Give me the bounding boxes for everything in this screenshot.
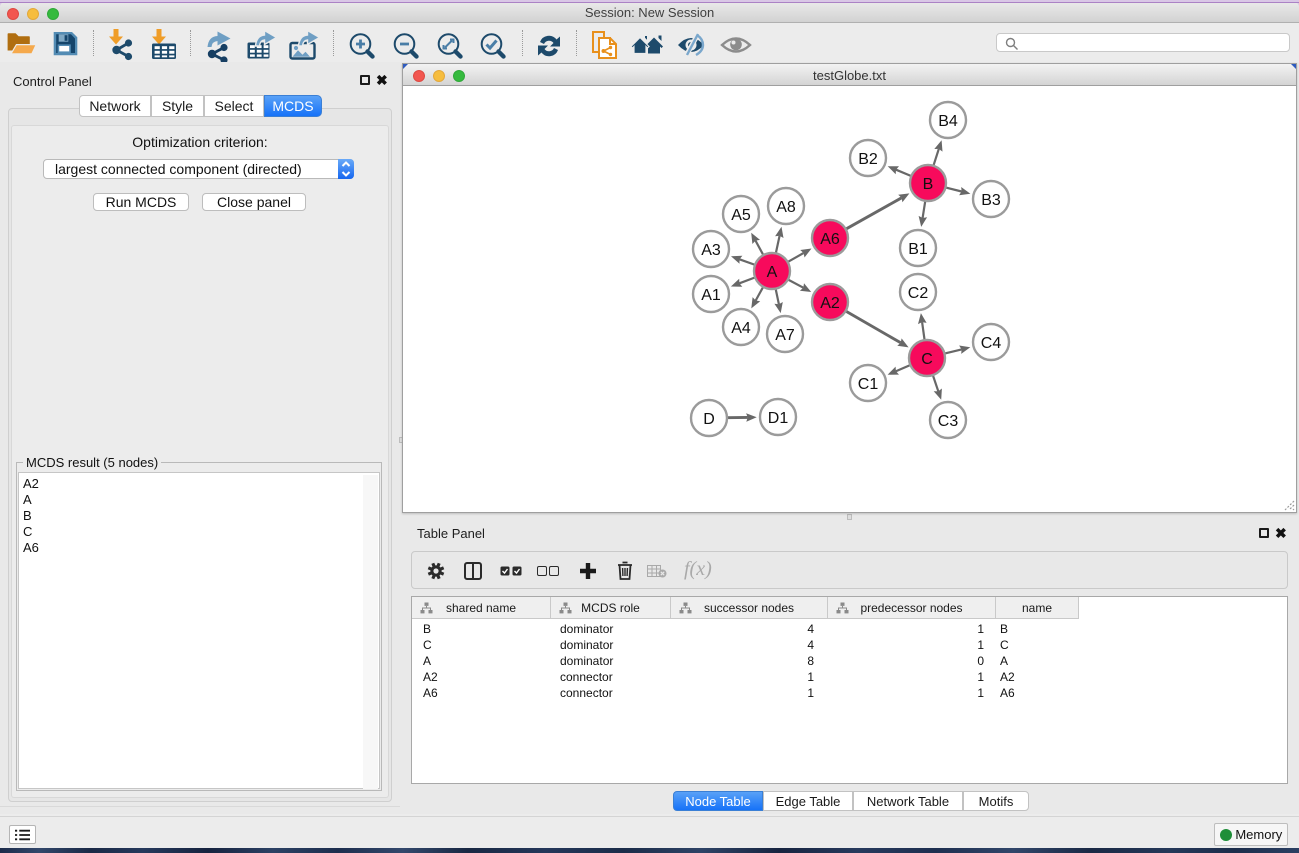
svg-text:A1: A1 xyxy=(701,287,721,304)
svg-text:D: D xyxy=(703,411,715,428)
svg-text:B4: B4 xyxy=(938,113,958,130)
svg-text:C: C xyxy=(921,351,933,368)
svg-text:A8: A8 xyxy=(776,199,796,216)
svg-text:A3: A3 xyxy=(701,242,721,259)
svg-text:C1: C1 xyxy=(858,376,879,393)
svg-text:C2: C2 xyxy=(908,285,929,302)
svg-text:B1: B1 xyxy=(908,241,928,258)
svg-text:C3: C3 xyxy=(938,413,959,430)
svg-text:D1: D1 xyxy=(768,410,789,427)
svg-text:B: B xyxy=(923,176,934,193)
svg-text:A: A xyxy=(767,264,778,281)
svg-text:B3: B3 xyxy=(981,192,1001,209)
svg-text:A4: A4 xyxy=(731,320,751,337)
svg-text:A5: A5 xyxy=(731,207,751,224)
svg-text:C4: C4 xyxy=(981,335,1002,352)
svg-text:B2: B2 xyxy=(858,151,878,168)
svg-text:A7: A7 xyxy=(775,327,795,344)
svg-text:A2: A2 xyxy=(820,295,840,312)
svg-text:A6: A6 xyxy=(820,231,840,248)
